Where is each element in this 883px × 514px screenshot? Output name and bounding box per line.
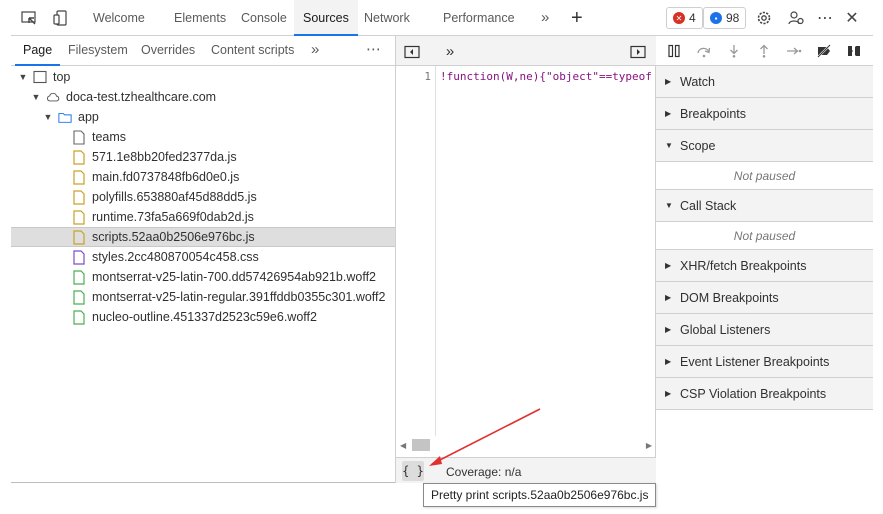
annotation-arrow [429,408,541,466]
pretty-print-tooltip: Pretty print scripts.52aa0b2506e976bc.js [423,483,657,507]
